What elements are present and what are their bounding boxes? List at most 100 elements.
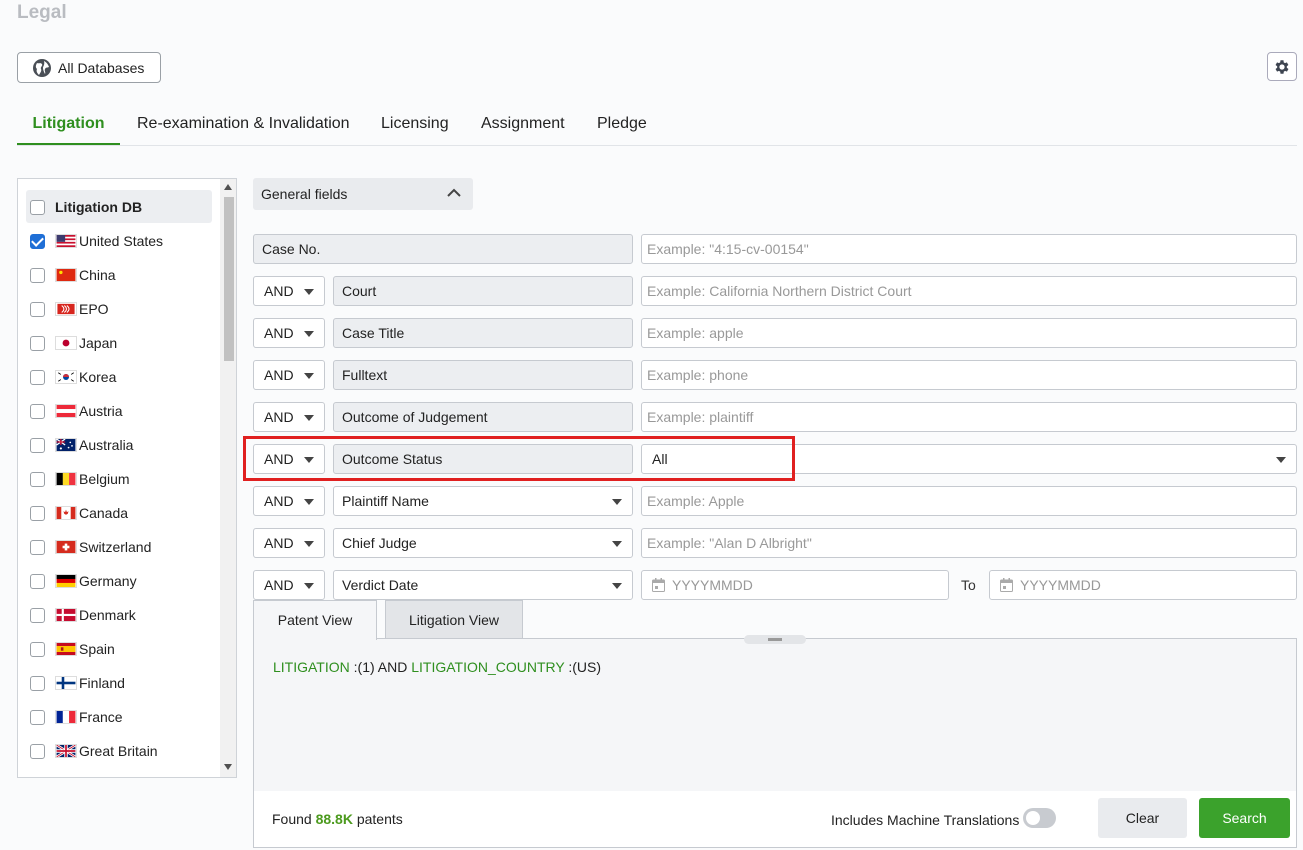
gear-icon (1273, 58, 1291, 76)
tab-litigation[interactable]: Litigation (17, 104, 120, 145)
operator-select[interactable]: AND (253, 276, 325, 306)
tab-patent-view[interactable]: Patent View (253, 600, 377, 640)
scroll-up-arrow-icon[interactable] (224, 184, 232, 190)
db-item-label: Germany (79, 573, 137, 589)
tab-assignment[interactable]: Assignment (481, 104, 565, 145)
caret-down-icon (304, 373, 314, 379)
db-item-japan[interactable]: Japan (30, 333, 117, 353)
settings-button[interactable] (1267, 52, 1297, 81)
db-item-france[interactable]: France (30, 707, 123, 727)
db-item-china[interactable]: China (30, 265, 116, 285)
outcome-status-select[interactable]: All (641, 444, 1297, 474)
db-item-label: France (79, 709, 123, 725)
db-item-great-britain[interactable]: Great Britain (30, 741, 158, 761)
general-fields-toggle[interactable]: General fields (253, 178, 473, 210)
clear-button[interactable]: Clear (1098, 798, 1187, 838)
general-fields-label: General fields (261, 186, 347, 202)
chief-judge-input[interactable]: Example: "Alan D Albright" (641, 528, 1297, 558)
australia-flag-icon (55, 438, 77, 452)
checkbox[interactable] (30, 472, 45, 487)
checkbox[interactable] (30, 608, 45, 623)
db-header-item[interactable]: Litigation DB (30, 197, 142, 217)
date-placeholder: YYYYMMDD (672, 577, 753, 593)
caret-down-icon (304, 499, 314, 505)
caret-down-icon (304, 415, 314, 421)
query-field: LITIGATION_COUNTRY (411, 659, 564, 675)
korea-flag-icon (55, 370, 77, 384)
court-input[interactable]: Example: California Northern District Co… (641, 276, 1297, 306)
checkbox[interactable] (30, 710, 45, 725)
db-item-label: Switzerland (79, 539, 151, 555)
search-button[interactable]: Search (1199, 798, 1290, 838)
field-fulltext: Fulltext (333, 360, 633, 390)
field-verdict-date-select[interactable]: Verdict Date (333, 570, 633, 600)
chevron-up-icon (447, 188, 461, 197)
operator-select[interactable]: AND (253, 486, 325, 516)
db-item-belgium[interactable]: Belgium (30, 469, 130, 489)
switzerland-flag-icon (55, 540, 77, 554)
db-item-canada[interactable]: Canada (30, 503, 128, 523)
operator-select[interactable]: AND (253, 402, 325, 432)
caret-down-icon (612, 499, 622, 505)
verdict-date-from-input[interactable]: YYYYMMDD (641, 570, 949, 600)
case-title-input[interactable]: Example: apple (641, 318, 1297, 348)
field-label: Chief Judge (342, 535, 417, 551)
case-no-input[interactable]: Example: "4:15-cv-00154" (641, 234, 1297, 264)
machine-translations-toggle[interactable] (1023, 808, 1056, 828)
db-list-scrollbar[interactable] (220, 179, 236, 777)
checkbox[interactable] (30, 676, 45, 691)
verdict-date-to-input[interactable]: YYYYMMDD (989, 570, 1297, 600)
tab-litigation-view[interactable]: Litigation View (385, 600, 523, 639)
outcome-of-judgement-input[interactable]: Example: plaintiff (641, 402, 1297, 432)
operator-select[interactable]: AND (253, 318, 325, 348)
checkbox[interactable] (30, 200, 45, 215)
field-chief-judge-select[interactable]: Chief Judge (333, 528, 633, 558)
checkbox[interactable] (30, 268, 45, 283)
db-item-australia[interactable]: Australia (30, 435, 133, 455)
query-box[interactable]: LITIGATION :(1) AND LITIGATION_COUNTRY :… (253, 638, 1297, 848)
checkbox[interactable] (30, 574, 45, 589)
operator-select[interactable]: AND (253, 528, 325, 558)
drag-handle-icon (768, 637, 782, 642)
operator-select[interactable]: AND (253, 570, 325, 600)
plaintiff-name-input[interactable]: Example: Apple (641, 486, 1297, 516)
uk-flag-icon (55, 744, 77, 758)
operator-select[interactable]: AND (253, 444, 325, 474)
query-value: :(1) AND (354, 659, 408, 675)
checkbox[interactable] (30, 642, 45, 657)
checkbox[interactable] (30, 540, 45, 555)
field-plaintiff-name-select[interactable]: Plaintiff Name (333, 486, 633, 516)
caret-down-icon (304, 583, 314, 589)
db-item-spain[interactable]: Spain (30, 639, 115, 659)
tab-licensing[interactable]: Licensing (381, 104, 449, 145)
checkbox[interactable] (30, 336, 45, 351)
all-databases-label: All Databases (58, 60, 144, 76)
db-item-korea[interactable]: Korea (30, 367, 116, 387)
db-item-united-states[interactable]: United States (30, 231, 163, 251)
caret-down-icon (304, 289, 314, 295)
db-item-denmark[interactable]: Denmark (30, 605, 136, 625)
operator-select[interactable]: AND (253, 360, 325, 390)
db-item-finland[interactable]: Finland (30, 673, 125, 693)
checkbox-checked[interactable] (30, 234, 45, 249)
checkbox[interactable] (30, 506, 45, 521)
db-item-label: Korea (79, 369, 116, 385)
db-item-switzerland[interactable]: Switzerland (30, 537, 151, 557)
db-item-epo[interactable]: EPO (30, 299, 109, 319)
tab-pledge[interactable]: Pledge (597, 104, 647, 145)
checkbox[interactable] (30, 302, 45, 317)
all-databases-button[interactable]: All Databases (17, 52, 161, 83)
fulltext-input[interactable]: Example: phone (641, 360, 1297, 390)
db-item-germany[interactable]: Germany (30, 571, 137, 591)
calendar-icon (1000, 578, 1013, 592)
db-item-austria[interactable]: Austria (30, 401, 123, 421)
checkbox[interactable] (30, 370, 45, 385)
date-placeholder: YYYYMMDD (1020, 577, 1101, 593)
scrollbar-thumb[interactable] (224, 197, 234, 361)
scroll-down-arrow-icon[interactable] (224, 764, 232, 770)
checkbox[interactable] (30, 404, 45, 419)
checkbox[interactable] (30, 744, 45, 759)
resize-handle[interactable] (744, 635, 806, 644)
tab-re-examination[interactable]: Re-examination & Invalidation (137, 104, 350, 145)
checkbox[interactable] (30, 438, 45, 453)
